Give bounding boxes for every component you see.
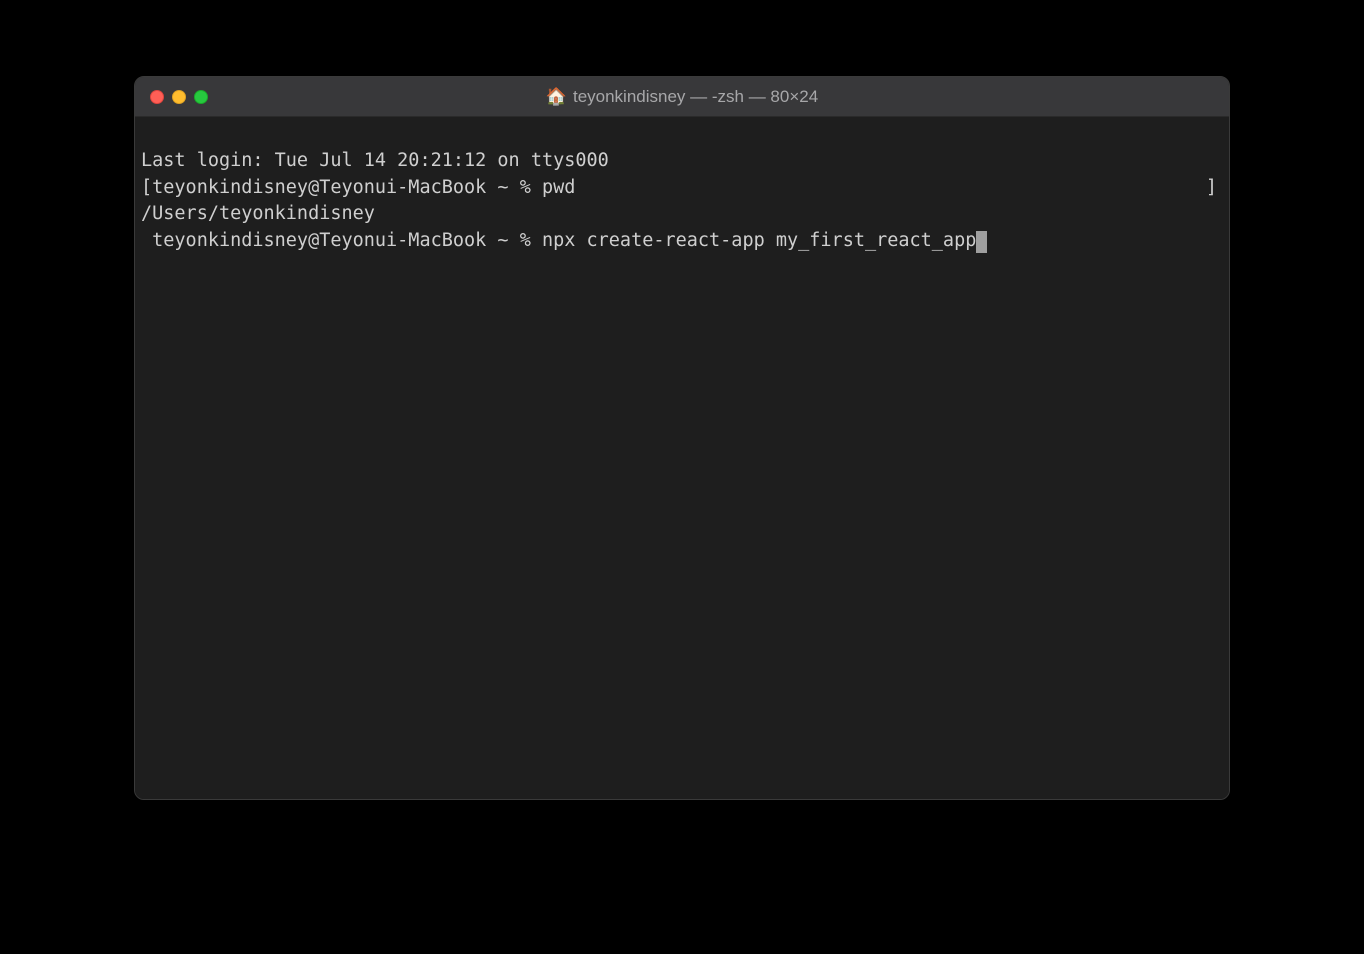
close-button[interactable] [150,90,164,104]
terminal-line: teyonkindisney@Teyonui-MacBook ~ % npx c… [141,228,1223,255]
terminal-body[interactable]: Last login: Tue Jul 14 20:21:12 on ttys0… [135,117,1229,799]
title-text: teyonkindisney — -zsh — 80×24 [573,87,818,107]
prompt-close-bracket: ] [1206,175,1217,202]
home-icon: 🏠 [546,87,567,107]
titlebar[interactable]: 🏠 teyonkindisney — -zsh — 80×24 [135,77,1229,117]
window-title: 🏠 teyonkindisney — -zsh — 80×24 [135,87,1229,107]
cursor [976,231,987,253]
maximize-button[interactable] [194,90,208,104]
terminal-line: Last login: Tue Jul 14 20:21:12 on ttys0… [141,148,1223,175]
traffic-lights [150,90,208,104]
terminal-line: [teyonkindisney@Teyonui-MacBook ~ % pwd] [141,175,1223,202]
terminal-line: /Users/teyonkindisney [141,201,1223,228]
terminal-window: 🏠 teyonkindisney — -zsh — 80×24 Last log… [134,76,1230,800]
minimize-button[interactable] [172,90,186,104]
